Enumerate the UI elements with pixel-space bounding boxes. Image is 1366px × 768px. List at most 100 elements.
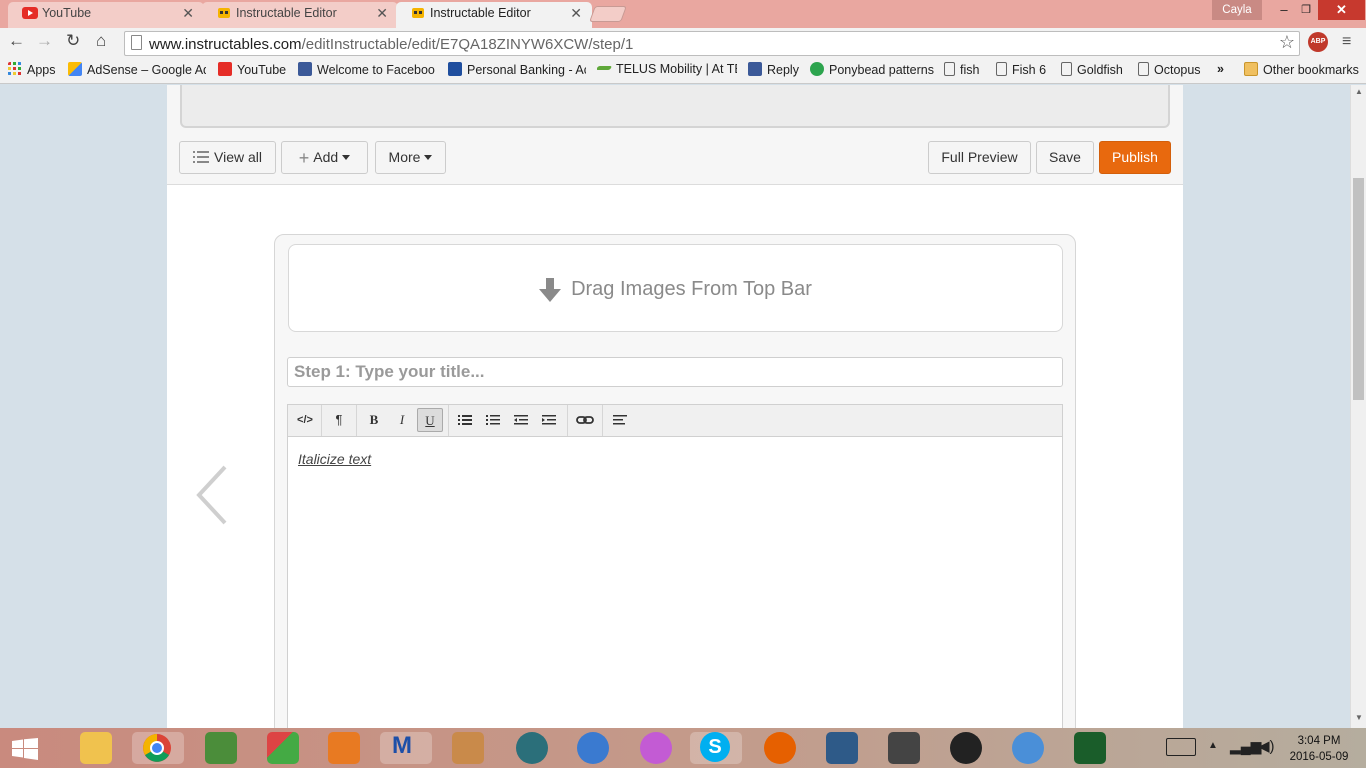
more-button[interactable]: More [375,141,446,174]
video-app-icon[interactable] [516,732,548,764]
file-explorer-icon[interactable] [80,732,112,764]
scrollbar-thumb[interactable] [1353,178,1364,400]
bookmark-telus[interactable]: TELUS Mobility | At TE [597,62,737,76]
save-button[interactable]: Save [1036,141,1094,174]
full-preview-button[interactable]: Full Preview [928,141,1031,174]
page-scrollbar[interactable]: ▲ ▼ [1350,85,1366,728]
underline-button[interactable]: U [417,408,443,432]
arrow-down-icon [539,277,562,302]
tab-title: Instructable Editor [430,6,531,20]
hypercam-icon[interactable] [888,732,920,764]
rich-text-body[interactable]: Italicize text [287,436,1063,728]
safari-icon[interactable] [1012,732,1044,764]
close-icon[interactable]: ✕ [182,2,194,24]
keyboard-icon[interactable] [1166,738,1196,756]
close-icon[interactable]: ✕ [376,2,388,24]
view-all-button[interactable]: View all [179,141,276,174]
publish-button[interactable]: Publish [1099,141,1171,174]
tab-title: YouTube [42,6,92,20]
bookmark-ponybead[interactable]: Ponybead patterns [810,62,934,77]
outdent-icon[interactable] [508,408,534,432]
media-app-icon[interactable] [328,732,360,764]
bookmarks-overflow-button[interactable]: » [1217,62,1224,76]
solitaire-icon[interactable] [1074,732,1106,764]
forward-icon[interactable]: → [36,31,53,51]
link-icon[interactable] [572,408,598,432]
camera-app-icon[interactable] [577,732,609,764]
instructables-robot-icon [218,8,230,18]
toolbar-divider [602,405,603,436]
star-icon[interactable]: ☆ [1279,32,1295,53]
facebook-icon [298,62,312,76]
toolbar-divider [321,405,322,436]
game-app-icon[interactable] [452,732,484,764]
back-icon[interactable]: ← [8,31,25,51]
taskbar-clock[interactable]: 3:04 PM 2016-05-09 [1284,733,1354,765]
remote-desktop-icon[interactable] [826,732,858,764]
profile-button[interactable]: Cayla [1212,0,1262,20]
apps-grid-icon [8,62,21,75]
bold-button[interactable]: B [361,408,387,432]
bookmark-personal-banking[interactable]: Personal Banking - Ac [448,62,586,77]
previous-step-arrow-icon[interactable] [195,465,235,525]
page-icon [996,62,1007,76]
malwarebytes-taskbar-button[interactable]: M [380,732,432,764]
source-code-button[interactable]: </> [292,408,318,432]
step-title-input[interactable]: Step 1: Type your title... [287,357,1063,387]
signal-icon[interactable]: ▂▄▆ [1230,738,1261,755]
paragraph-format-button[interactable]: ¶ [326,408,352,432]
toolbar-divider [448,405,449,436]
media-player-icon[interactable] [950,732,982,764]
bookmark-fish-6[interactable]: Fish 6 [996,62,1046,77]
tray-expand-icon[interactable]: ▲ [1208,740,1218,751]
bookmark-youtube[interactable]: YouTube [218,62,286,77]
new-tab-button[interactable] [589,6,627,22]
bookmark-goldfish[interactable]: Goldfish [1061,62,1123,77]
folder-icon [1244,62,1258,76]
bookmark-apps[interactable]: Apps [8,62,56,77]
close-icon[interactable]: ✕ [570,2,582,24]
scroll-down-icon[interactable]: ▼ [1355,713,1363,722]
firefox-icon[interactable] [764,732,796,764]
skype-taskbar-button[interactable]: S [690,732,742,764]
body-text[interactable]: Italicize text [298,451,371,467]
bookmark-fish[interactable]: fish [944,62,979,77]
numbered-list-icon[interactable] [480,408,506,432]
indent-icon[interactable] [536,408,562,432]
bank-icon [448,62,462,76]
align-left-icon[interactable] [607,408,633,432]
reload-icon[interactable]: ↻ [66,31,80,51]
bookmark-adsense[interactable]: AdSense – Google Ad [68,62,206,77]
italic-button[interactable]: I [389,408,415,432]
url-text: www.instructables.com/editInstructable/e… [149,36,634,53]
bookmark-facebook[interactable]: Welcome to Faceboo [298,62,436,77]
browser-toolbar: ← → ↻ ⌂ www.instructables.com/editInstru… [0,28,1366,58]
scroll-up-icon[interactable]: ▲ [1355,87,1363,96]
adblock-icon[interactable]: ABP [1308,32,1328,52]
address-bar[interactable]: www.instructables.com/editInstructable/e… [124,31,1300,56]
toolbar-divider [567,405,568,436]
add-button[interactable]: + Add [281,141,368,174]
bookmark-reply[interactable]: Reply [748,62,799,77]
image-dropzone[interactable]: Drag Images From Top Bar [288,244,1063,332]
menu-icon[interactable]: ≡ [1342,33,1351,51]
bulleted-list-icon[interactable] [452,408,478,432]
chrome-taskbar-button[interactable] [132,732,184,764]
tab-instructable-editor-2[interactable]: Instructable Editor ✕ [396,2,592,28]
volume-icon[interactable]: ◀) [1258,737,1275,755]
home-icon[interactable]: ⌂ [96,31,106,51]
bookmark-octopus[interactable]: Octopus [1138,62,1201,77]
window-close-button[interactable]: ✕ [1318,0,1365,20]
paint-app-icon[interactable] [267,732,299,764]
caret-down-icon [424,155,433,160]
editor-column: View all + Add More Full Preview Save Pub… [167,85,1183,728]
image-tray[interactable] [180,85,1170,128]
windows-start-icon[interactable] [12,738,38,760]
browser-tab-strip: YouTube ✕ Instructable Editor ✕ Instruct… [0,0,1366,28]
itunes-icon[interactable] [640,732,672,764]
other-bookmarks[interactable]: Other bookmarks [1244,62,1359,77]
youtube-icon [22,7,38,19]
tab-instructable-editor-1[interactable]: Instructable Editor ✕ [202,2,398,28]
tab-youtube[interactable]: YouTube ✕ [8,2,204,28]
word-app-icon[interactable] [205,732,237,764]
